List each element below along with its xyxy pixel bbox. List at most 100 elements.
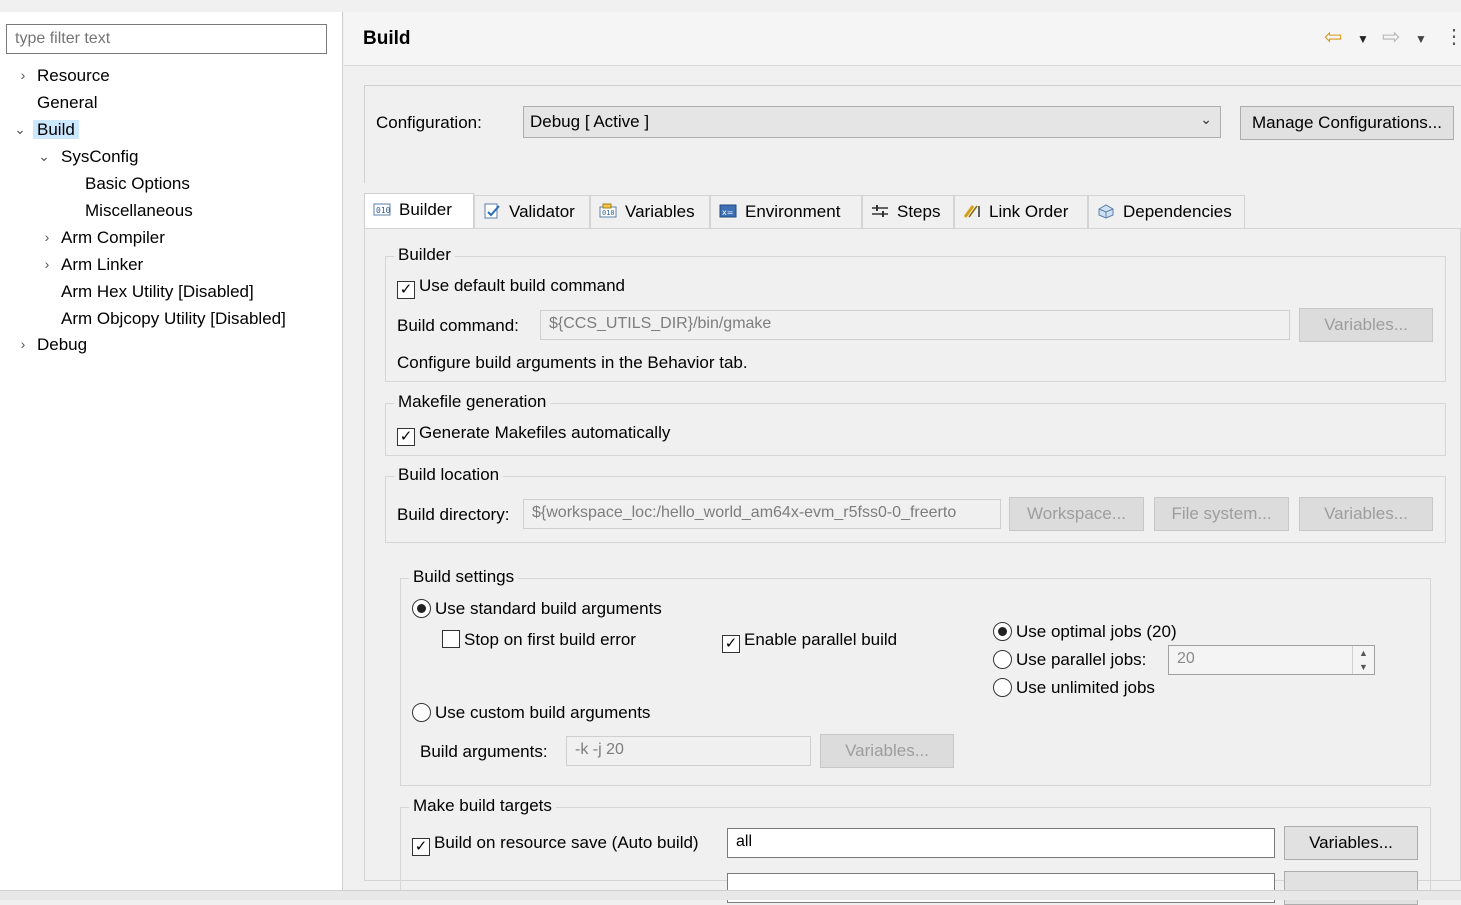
location-variables-button[interactable]: Variables... xyxy=(1299,497,1433,531)
tree-item-sysconfig[interactable]: ⌄ SysConfig xyxy=(37,144,142,169)
page-header: Build ⇦ ▼ ⇨ ▼ ⋮ xyxy=(344,12,1461,66)
chevron-down-icon[interactable]: ▼ xyxy=(1415,32,1427,46)
tree-item-arm-objcopy-utility[interactable]: Arm Objcopy Utility [Disabled] xyxy=(57,306,290,331)
build-directory-label: Build directory: xyxy=(397,505,510,524)
configuration-label: Configuration: xyxy=(376,113,482,132)
group-legend: Makefile generation xyxy=(394,392,551,412)
build-settings-group: Build settings Use standard build argume… xyxy=(400,567,1431,786)
build-location-group: Build location Build directory: ${worksp… xyxy=(385,465,1446,543)
tree-item-miscellaneous[interactable]: Miscellaneous xyxy=(81,198,197,223)
use-optimal-jobs-radio[interactable]: Use optimal jobs (20) xyxy=(993,622,1177,642)
tab-validator[interactable]: Validator xyxy=(474,195,590,229)
tab-label: Environment xyxy=(745,202,841,221)
use-custom-build-arguments-radio[interactable]: Use custom build arguments xyxy=(412,703,650,723)
tree-item-arm-linker[interactable]: › Arm Linker xyxy=(40,252,147,277)
behavior-note: Configure build arguments in the Behavio… xyxy=(397,353,748,372)
tree-label: Basic Options xyxy=(85,174,190,193)
group-legend: Make build targets xyxy=(409,796,556,816)
checkbox-check-icon: ✓ xyxy=(397,428,415,446)
tab-dependencies[interactable]: Dependencies xyxy=(1088,195,1245,229)
tree-label: General xyxy=(37,93,98,112)
tree-item-arm-compiler[interactable]: › Arm Compiler xyxy=(40,225,169,250)
use-unlimited-jobs-radio[interactable]: Use unlimited jobs xyxy=(993,678,1155,698)
chevron-down-icon[interactable]: ⌄ xyxy=(13,117,27,142)
stop-on-first-error-checkbox[interactable]: Stop on first build error xyxy=(442,630,636,650)
auto-build-checkbox[interactable]: ✓ Build on resource save (Auto build) xyxy=(412,833,699,856)
group-legend: Build location xyxy=(394,465,504,485)
radio-unselected-icon xyxy=(412,703,431,722)
tree-label: Debug xyxy=(37,335,88,354)
file-system-button[interactable]: File system... xyxy=(1154,497,1289,531)
properties-tree-panel: › Resource General ⌄ Build ⌄ SysConfig B… xyxy=(0,12,343,890)
build-arguments-field[interactable]: -k -j 20 xyxy=(566,736,811,766)
targets-variables-button[interactable]: Variables... xyxy=(1284,826,1418,860)
configuration-combo[interactable]: Debug [ Active ] ⌄ xyxy=(523,106,1221,138)
tree-item-basic-options[interactable]: Basic Options xyxy=(81,171,194,196)
tab-steps[interactable]: Steps xyxy=(862,195,954,229)
forward-arrow-icon[interactable]: ⇨ xyxy=(1382,24,1400,50)
chevron-right-icon[interactable]: › xyxy=(40,252,54,277)
dependencies-icon xyxy=(1097,198,1115,219)
checkbox-empty-icon xyxy=(442,630,460,648)
group-legend: Builder xyxy=(394,245,455,265)
tree-label: SysConfig xyxy=(61,147,139,166)
radio-unselected-icon xyxy=(993,650,1012,669)
build-arguments-label: Build arguments: xyxy=(420,742,548,761)
radio-unselected-icon xyxy=(993,678,1012,697)
tab-label: Builder xyxy=(399,200,452,219)
tree-label: Miscellaneous xyxy=(85,201,193,220)
view-menu-icon[interactable]: ⋮ xyxy=(1444,24,1461,49)
auto-build-target-field[interactable]: all xyxy=(727,828,1275,858)
tab-link-order[interactable]: Link Order xyxy=(954,195,1088,229)
configuration-value: Debug [ Active ] xyxy=(530,112,650,131)
tree-label: Build xyxy=(33,120,79,139)
back-arrow-icon[interactable]: ⇦ xyxy=(1324,24,1342,50)
tree-item-resource[interactable]: › Resource xyxy=(16,63,114,88)
checkbox-check-icon: ✓ xyxy=(397,281,415,299)
use-parallel-jobs-radio[interactable]: Use parallel jobs: xyxy=(993,650,1146,670)
use-default-build-command-checkbox[interactable]: ✓ Use default build command xyxy=(397,276,625,299)
enable-parallel-build-checkbox[interactable]: ✓ Enable parallel build xyxy=(722,630,897,653)
chevron-down-icon: ⌄ xyxy=(1200,111,1212,127)
settings-variables-button[interactable]: Variables... xyxy=(820,734,954,768)
chevron-right-icon[interactable]: › xyxy=(40,225,54,250)
build-command-label: Build command: xyxy=(397,316,519,335)
build-command-field[interactable]: ${CCS_UTILS_DIR}/bin/gmake xyxy=(540,310,1290,340)
tab-environment[interactable]: x= Environment xyxy=(710,195,862,229)
spinner-arrows-icon[interactable]: ▲ ▼ xyxy=(1352,646,1374,674)
bottom-status-strip xyxy=(0,890,1461,900)
window-top-strip xyxy=(0,0,1461,12)
chevron-down-icon[interactable]: ▼ xyxy=(1357,32,1369,46)
validator-icon xyxy=(483,198,501,219)
use-standard-build-arguments-radio[interactable]: Use standard build arguments xyxy=(412,599,662,619)
configuration-area: Configuration: Debug [ Active ] ⌄ Manage… xyxy=(364,85,1461,183)
tree-label: Arm Hex Utility [Disabled] xyxy=(61,282,254,301)
checkbox-check-icon: ✓ xyxy=(722,635,740,653)
generate-makefiles-checkbox[interactable]: ✓ Generate Makefiles automatically xyxy=(397,423,670,446)
make-build-targets-group: Make build targets ✓ Build on resource sa… xyxy=(400,796,1431,905)
tab-label: Steps xyxy=(897,202,941,221)
parallel-jobs-spinner[interactable]: 20 ▲ ▼ xyxy=(1168,645,1375,675)
tree-item-debug[interactable]: › Debug xyxy=(16,332,91,357)
radio-selected-icon xyxy=(412,599,431,618)
chevron-right-icon[interactable]: › xyxy=(16,332,30,357)
tree-item-arm-hex-utility[interactable]: Arm Hex Utility [Disabled] xyxy=(57,279,258,304)
tree-label: Arm Compiler xyxy=(61,228,165,247)
chevron-down-icon[interactable]: ⌄ xyxy=(37,144,51,169)
workspace-button[interactable]: Workspace... xyxy=(1009,497,1144,531)
tab-builder[interactable]: 010 Builder xyxy=(364,193,474,229)
tree-label: Arm Objcopy Utility [Disabled] xyxy=(61,309,286,328)
svg-text:010: 010 xyxy=(376,206,391,215)
builder-variables-button[interactable]: Variables... xyxy=(1299,308,1433,342)
builder-group: Builder ✓ Use default build command Build… xyxy=(385,245,1446,382)
build-directory-field[interactable]: ${workspace_loc:/hello_world_am64x-evm_r… xyxy=(523,499,1001,529)
manage-configurations-button[interactable]: Manage Configurations... xyxy=(1240,106,1454,140)
tab-variables[interactable]: 010 Variables xyxy=(590,195,710,229)
link-order-icon xyxy=(963,198,981,218)
group-legend: Build settings xyxy=(409,567,519,587)
chevron-right-icon[interactable]: › xyxy=(16,63,30,88)
tree-item-build[interactable]: ⌄ Build xyxy=(13,117,79,142)
tree-item-general[interactable]: General xyxy=(33,90,101,115)
filter-input[interactable] xyxy=(6,24,327,54)
builder-icon: 010 xyxy=(373,196,391,216)
